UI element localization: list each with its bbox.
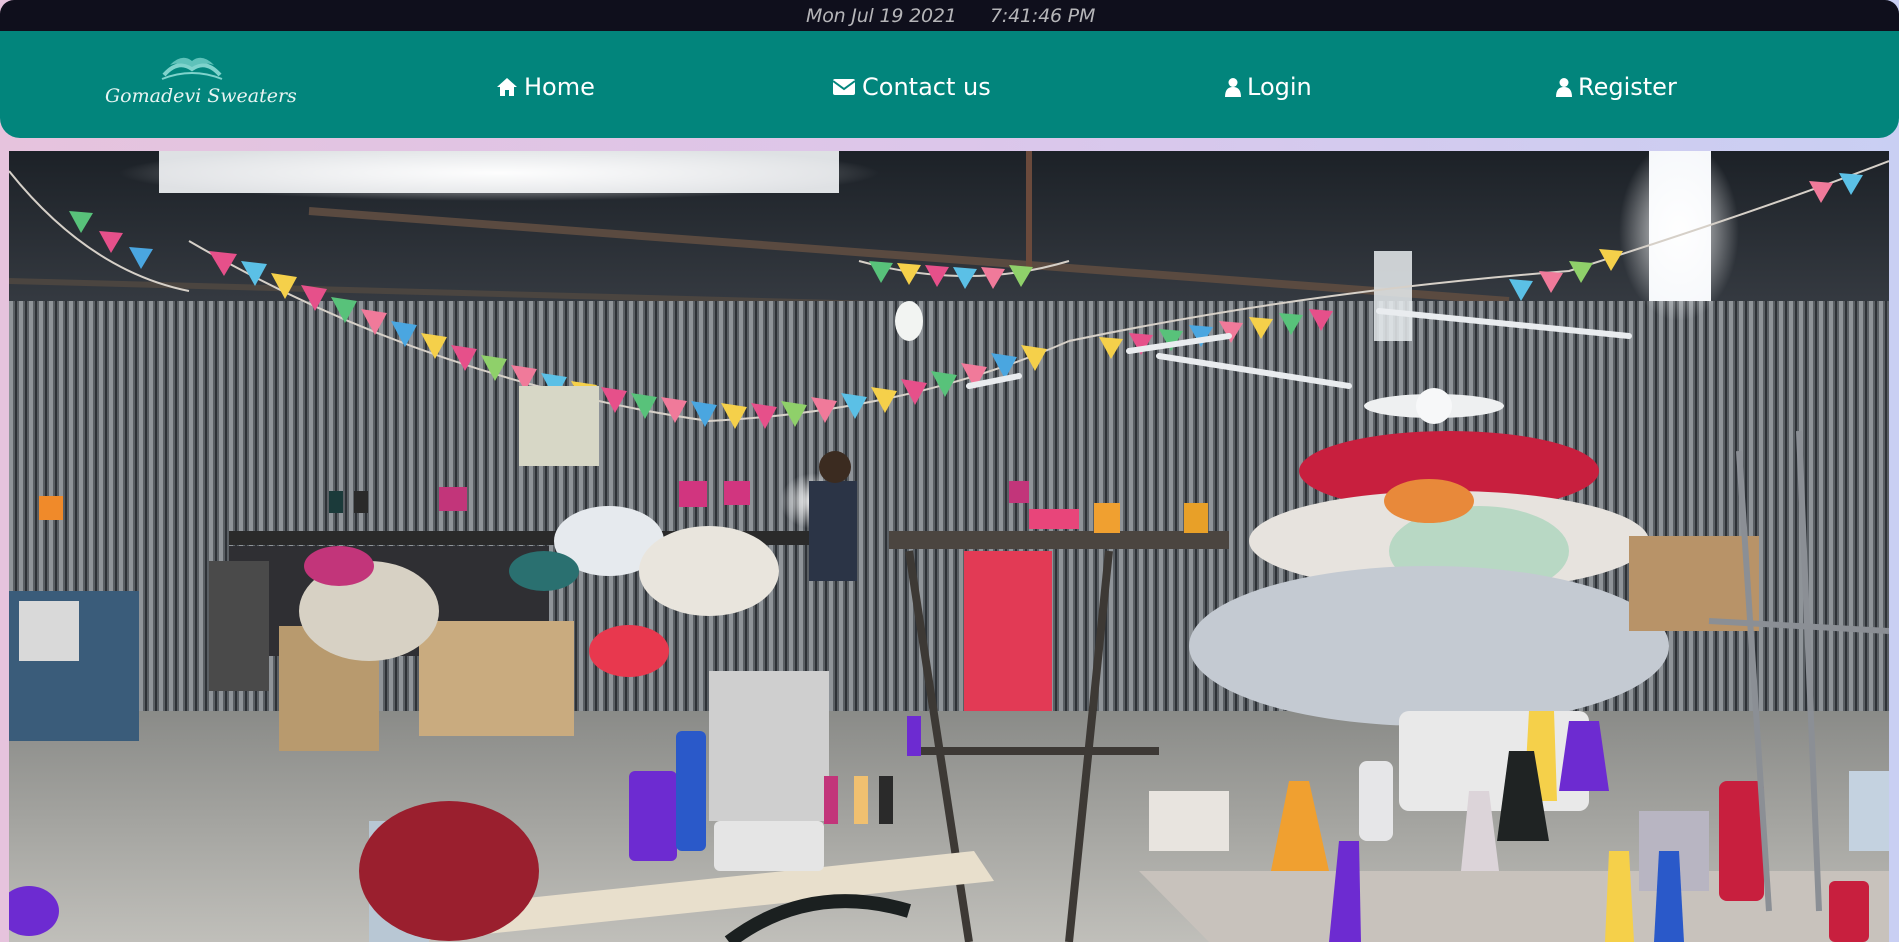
- nav-home-label: Home: [524, 73, 595, 101]
- user-icon: [1225, 77, 1241, 97]
- envelope-icon: [832, 78, 856, 96]
- current-date: Mon Jul 19 2021: [806, 5, 957, 27]
- brand-name: Gomadevi Sweaters: [105, 85, 297, 107]
- top-clock-bar: Mon Jul 19 2021 7:41:46 PM: [0, 0, 1899, 31]
- factory-hero-image: [9, 151, 1889, 942]
- nav-contact-link[interactable]: Contact us: [832, 72, 991, 102]
- wave-icon: [161, 57, 223, 80]
- nav-register-label: Register: [1578, 73, 1677, 101]
- current-time: 7:41:46 PM: [990, 5, 1096, 27]
- nav-register-link[interactable]: Register: [1556, 72, 1677, 102]
- nav-contact-label: Contact us: [862, 73, 991, 101]
- nav-home-link[interactable]: Home: [496, 72, 595, 102]
- home-icon: [496, 77, 518, 97]
- user-icon: [1556, 77, 1572, 97]
- nav-login-label: Login: [1247, 73, 1312, 101]
- brand-logo[interactable]: Gomadevi Sweaters: [100, 49, 297, 121]
- nav-login-link[interactable]: Login: [1225, 72, 1312, 102]
- main-navbar: Gomadevi Sweaters Home Contact us Login: [0, 31, 1899, 138]
